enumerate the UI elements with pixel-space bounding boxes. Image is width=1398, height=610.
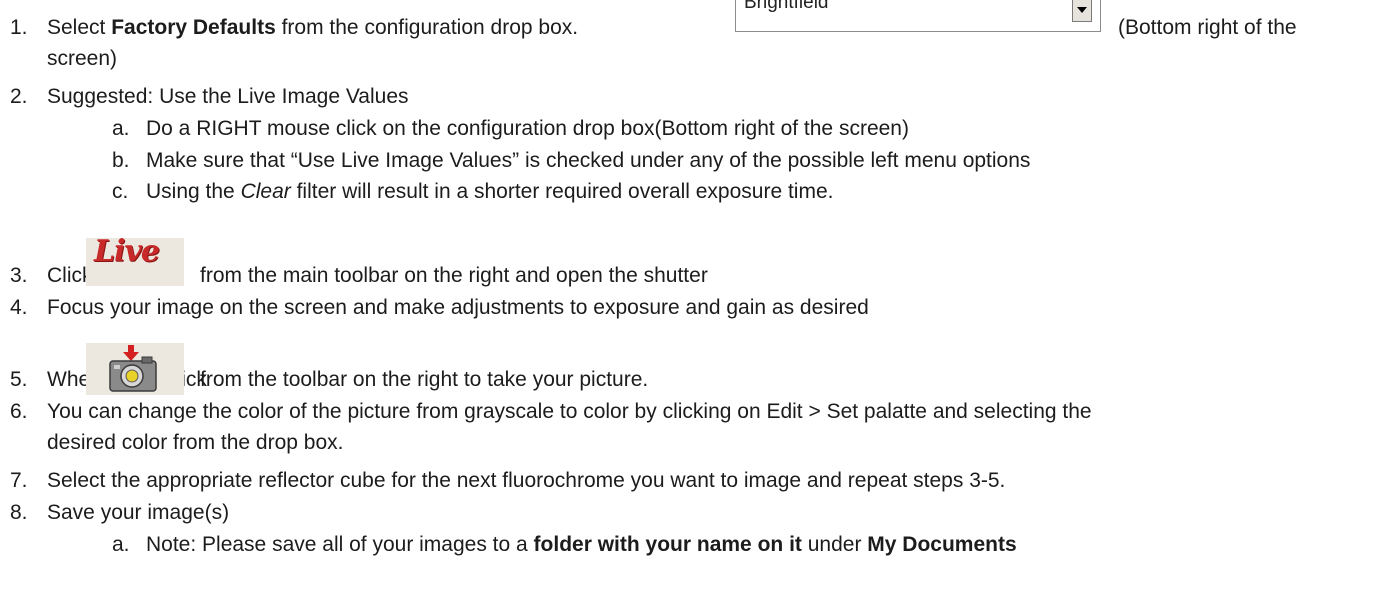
substep-letter: a. — [112, 533, 130, 556]
live-icon: Live — [94, 234, 160, 269]
step-1-location: (Bottom right of the — [1118, 16, 1297, 39]
step-6-text: You can change the color of the picture … — [47, 400, 1092, 423]
step-number: 7. — [10, 469, 28, 492]
step-2-text: Suggested: Use the Live Image Values — [47, 85, 409, 108]
step-4-text: Focus your image on the screen and make … — [47, 296, 869, 319]
live-button-image: Live — [86, 234, 184, 286]
step-5-text-rest: from the toolbar on the right to take yo… — [200, 368, 649, 391]
step-1-text: Select Factory Defaults from the configu… — [47, 16, 579, 39]
configuration-dropbox-image: Brightfield — [735, 0, 1101, 32]
substep-2c-text: Using the Clear filter will result in a … — [146, 180, 834, 203]
camera-capture-icon — [86, 343, 184, 395]
step-7-text: Select the appropriate reflector cube fo… — [47, 469, 1006, 492]
substep-2a-text: Do a RIGHT mouse click on the configurat… — [146, 117, 909, 140]
step-6-continuation: desired color from the drop box. — [47, 431, 344, 454]
step-number: 3. — [10, 264, 28, 287]
substep-letter: c. — [112, 180, 129, 203]
chevron-down-icon — [1072, 0, 1092, 22]
step-number: 6. — [10, 400, 28, 423]
step-number: 2. — [10, 85, 28, 108]
dropbox-value: Brightfield — [744, 0, 829, 13]
substep-2b-text: Make sure that “Use Live Image Values” i… — [146, 149, 1031, 172]
substep-letter: a. — [112, 117, 130, 140]
substep-letter: b. — [112, 149, 130, 172]
step-number: 4. — [10, 296, 28, 319]
step-number: 1. — [10, 16, 28, 39]
step-8-text: Save your image(s) — [47, 501, 230, 524]
step-3-text-rest: from the main toolbar on the right and o… — [200, 264, 708, 287]
substep-8a-text: Note: Please save all of your images to … — [146, 533, 1017, 556]
step-number: 5. — [10, 368, 28, 391]
step-1-continuation: screen) — [47, 47, 118, 70]
step-number: 8. — [10, 501, 28, 524]
